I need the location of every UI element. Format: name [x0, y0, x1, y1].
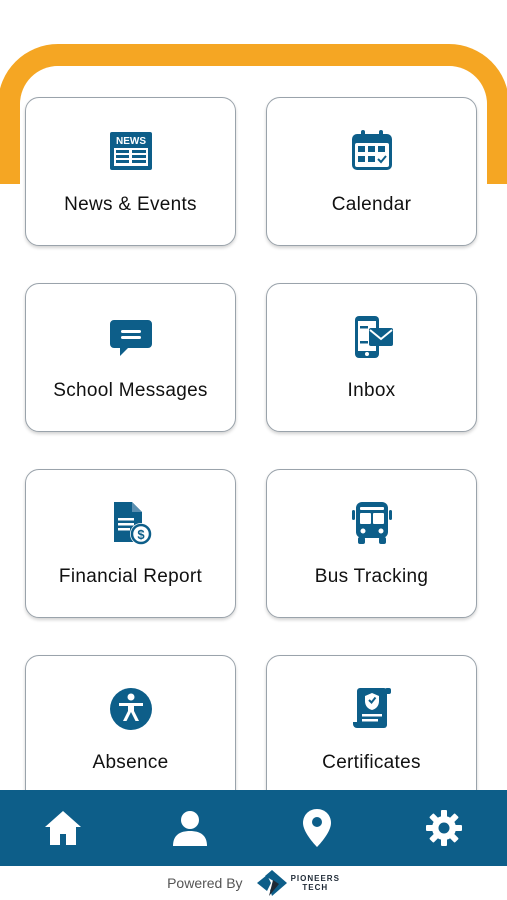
- pioneers-tech-logo: PIONEERS TECH: [256, 870, 340, 896]
- bus-tracking-card[interactable]: Bus Tracking: [266, 469, 477, 618]
- calendar-card[interactable]: Calendar: [266, 97, 477, 246]
- financial-report-icon: $: [113, 502, 152, 545]
- school-messages-label: School Messages: [53, 380, 208, 401]
- certificate-icon: [352, 688, 391, 728]
- location-icon: [302, 809, 331, 847]
- brand-line-2: TECH: [302, 883, 329, 892]
- brand-line-1: PIONEERS: [290, 874, 340, 883]
- inbox-label: Inbox: [347, 380, 396, 401]
- news-icon: NEWS: [109, 132, 152, 170]
- news-events-card[interactable]: NEWS News & Events: [25, 97, 236, 246]
- bottom-nav: [0, 790, 507, 866]
- financial-report-label: Financial Report: [58, 566, 203, 587]
- inbox-card[interactable]: Inbox: [266, 283, 477, 432]
- nav-settings-button[interactable]: [416, 800, 472, 856]
- nav-location-button[interactable]: [289, 800, 345, 856]
- calendar-label: Calendar: [331, 194, 412, 215]
- nav-home-button[interactable]: [35, 800, 91, 856]
- absence-label: Absence: [92, 752, 169, 773]
- powered-by-text: Powered By: [167, 875, 243, 891]
- user-icon: [173, 811, 208, 846]
- chat-icon: [109, 320, 152, 356]
- certificates-label: Certificates: [322, 752, 421, 773]
- pioneers-logo-icon: [256, 870, 287, 896]
- absence-icon: [109, 688, 152, 730]
- bus-icon: [351, 502, 392, 544]
- certificates-card[interactable]: Certificates: [266, 655, 477, 804]
- financial-report-card[interactable]: $ Financial Report: [25, 469, 236, 618]
- home-icon: [45, 811, 82, 845]
- calendar-icon: [351, 130, 392, 170]
- nav-profile-button[interactable]: [162, 800, 218, 856]
- news-events-label: News & Events: [64, 194, 197, 215]
- absence-card[interactable]: Absence: [25, 655, 236, 804]
- school-messages-card[interactable]: School Messages: [25, 283, 236, 432]
- news-icon-text: NEWS: [116, 136, 146, 147]
- powered-by-footer: Powered By PIONEERS TECH: [0, 866, 507, 900]
- settings-icon: [425, 810, 462, 846]
- bus-tracking-label: Bus Tracking: [314, 566, 429, 587]
- inbox-icon: [354, 316, 393, 358]
- svg-text:$: $: [137, 527, 145, 542]
